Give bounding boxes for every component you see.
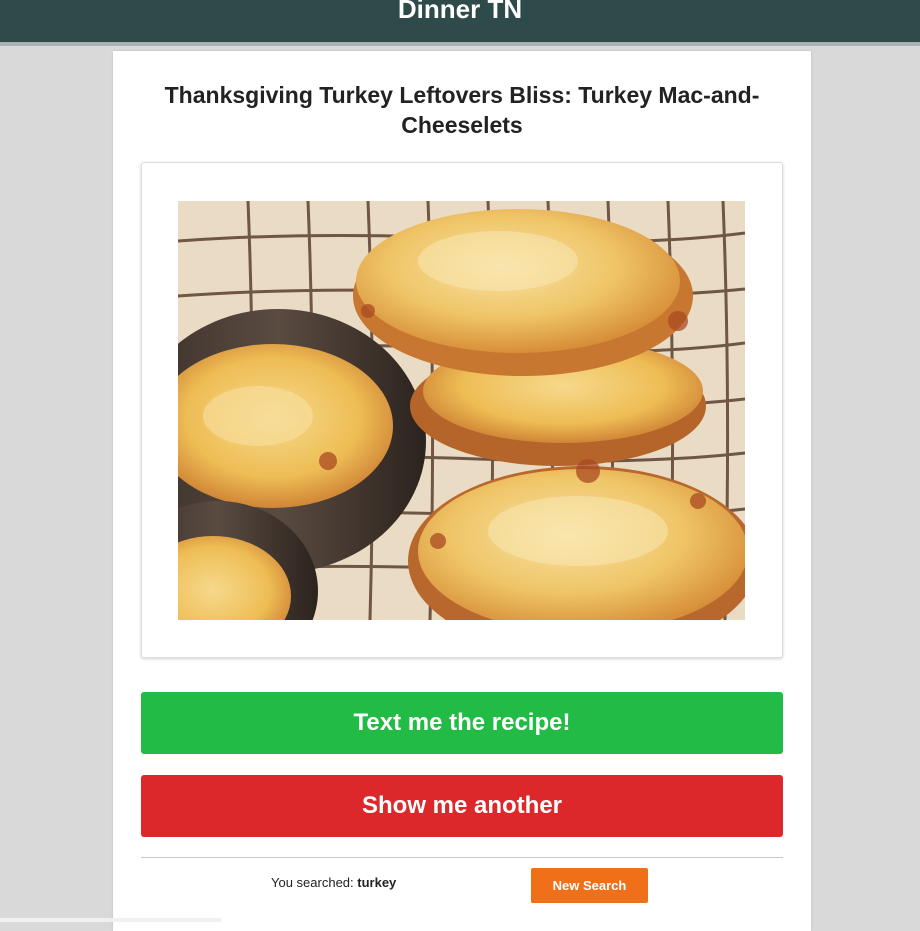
- recipe-image-frame: [141, 162, 783, 658]
- search-summary-label: You searched:: [271, 875, 354, 890]
- divider: [141, 857, 783, 858]
- recipe-title: Thanksgiving Turkey Leftovers Bliss: Tur…: [164, 82, 760, 138]
- show-another-button[interactable]: Show me another: [141, 775, 783, 837]
- app-brand[interactable]: Dinner TN: [398, 0, 522, 22]
- recipe-image: [178, 201, 745, 620]
- search-summary: You searched: turkey: [271, 875, 396, 890]
- bottom-strip: [0, 918, 221, 922]
- new-search-button[interactable]: New Search: [531, 868, 648, 903]
- top-header: Dinner TN: [0, 0, 920, 46]
- text-recipe-button[interactable]: Text me the recipe!: [141, 692, 783, 754]
- search-term: turkey: [357, 875, 397, 890]
- recipe-card: Thanksgiving Turkey Leftovers Bliss: Tur…: [113, 51, 811, 931]
